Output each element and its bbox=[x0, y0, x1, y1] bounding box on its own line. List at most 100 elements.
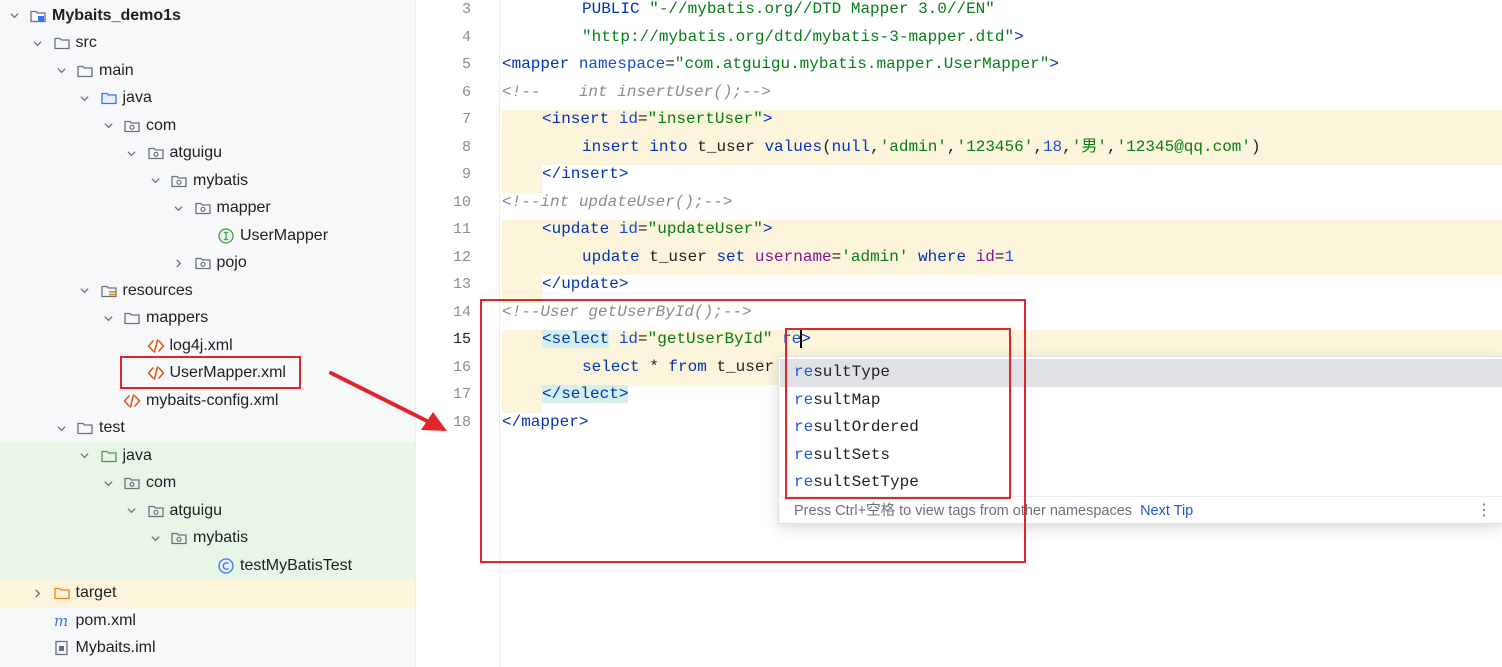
next-tip-link[interactable]: Next Tip bbox=[1140, 503, 1193, 519]
test-folder-icon bbox=[100, 447, 118, 465]
tree-item-mybatis[interactable]: mybatis bbox=[0, 524, 415, 552]
code-line-5[interactable]: <mapper namespace="com.atguigu.mybatis.m… bbox=[502, 51, 1502, 79]
line-number: 15 bbox=[452, 331, 471, 348]
code-line-3[interactable]: PUBLIC "-//mybatis.org//DTD Mapper 3.0//… bbox=[582, 0, 1502, 24]
tree-item-atguigu[interactable]: atguigu bbox=[0, 497, 415, 525]
tree-item-label: mybaits-config.xml bbox=[146, 391, 279, 409]
folder-icon bbox=[76, 419, 94, 437]
line-number: 9 bbox=[461, 166, 471, 183]
package-icon bbox=[194, 199, 212, 217]
code-line-6[interactable]: <!-- int insertUser();--> bbox=[502, 79, 1502, 107]
chevron-down-icon[interactable] bbox=[55, 422, 67, 434]
tree-item-label: java bbox=[122, 446, 152, 464]
package-icon bbox=[170, 172, 188, 190]
tree-item-java[interactable]: java bbox=[0, 85, 415, 113]
resources-folder-icon bbox=[100, 282, 118, 300]
tree-item-label: resources bbox=[122, 281, 193, 299]
tree-item-label: mybatis bbox=[193, 529, 249, 547]
chevron-down-icon[interactable] bbox=[32, 37, 44, 49]
tree-item-label: java bbox=[122, 89, 152, 107]
line-number: 8 bbox=[461, 138, 471, 156]
tree-item-label: mybatis bbox=[193, 171, 249, 189]
package-icon bbox=[147, 144, 165, 162]
tree-item-mappers[interactable]: mappers bbox=[0, 305, 415, 333]
chevron-down-icon[interactable] bbox=[102, 120, 114, 132]
line-number: 11 bbox=[452, 221, 471, 238]
tree-item-mybatis[interactable]: mybatis bbox=[0, 167, 415, 195]
chevron-down-icon[interactable] bbox=[102, 477, 114, 489]
tree-item-atguigu[interactable]: atguigu bbox=[0, 140, 415, 168]
tree-item-label: log4j.xml bbox=[169, 336, 233, 354]
folder-icon bbox=[53, 34, 71, 52]
chevron-down-icon[interactable] bbox=[102, 312, 114, 324]
code-line-8[interactable]: insert into t_user values(null,'admin','… bbox=[582, 134, 1502, 162]
source-folder-icon bbox=[100, 89, 118, 107]
line-number: 3 bbox=[461, 1, 471, 18]
tree-item-mybaits-iml[interactable]: Mybaits.iml bbox=[0, 635, 415, 663]
chevron-down-icon[interactable] bbox=[126, 505, 138, 517]
tree-item-label: Mybaits.iml bbox=[75, 639, 156, 657]
xml-file-icon bbox=[123, 392, 141, 410]
tree-item-target[interactable]: target bbox=[0, 579, 415, 607]
excluded-folder-icon bbox=[53, 584, 71, 602]
line-number: 6 bbox=[461, 83, 471, 101]
tree-item-usermapper[interactable]: UserMapper bbox=[0, 222, 415, 250]
tree-item-pom-xml[interactable]: m pom.xml bbox=[0, 607, 415, 635]
tree-item-label: pom.xml bbox=[75, 611, 136, 629]
tree-item-com[interactable]: com bbox=[0, 112, 415, 140]
class-icon bbox=[217, 557, 235, 575]
tree-item-pojo[interactable]: pojo bbox=[0, 250, 415, 278]
module-folder-icon bbox=[29, 7, 47, 25]
package-icon bbox=[170, 529, 188, 547]
chevron-down-icon[interactable] bbox=[55, 65, 67, 77]
tree-item-java[interactable]: java bbox=[0, 442, 415, 470]
chevron-down-icon[interactable] bbox=[79, 450, 91, 462]
tree-item-label: UserMapper bbox=[240, 226, 329, 244]
tree-item-label: atguigu bbox=[169, 501, 223, 519]
code-line-7[interactable]: <insert id="insertUser"> bbox=[542, 106, 1502, 134]
chevron-down-icon[interactable] bbox=[149, 175, 161, 187]
tree-item-label: Mybaits_demo1s bbox=[52, 6, 181, 24]
chevron-down-icon[interactable] bbox=[79, 285, 91, 297]
code-line-12[interactable]: update t_user set username='admin' where… bbox=[582, 244, 1502, 272]
chevron-down-icon[interactable] bbox=[8, 10, 20, 22]
code-line-9[interactable]: </insert> bbox=[542, 161, 1502, 189]
code-line-4[interactable]: "http://mybatis.org/dtd/mybatis-3-mapper… bbox=[582, 24, 1502, 52]
tree-item-main[interactable]: main bbox=[0, 57, 415, 85]
line-number: 14 bbox=[452, 303, 471, 321]
tree-item-testmybatistest[interactable]: testMyBatisTest bbox=[0, 552, 415, 580]
tree-item-resources[interactable]: resources bbox=[0, 277, 415, 305]
tree-item-label: src bbox=[75, 34, 97, 52]
chevron-right-icon[interactable] bbox=[173, 257, 185, 269]
code-line-13[interactable]: </update> bbox=[542, 271, 1502, 299]
tree-item-mapper[interactable]: mapper bbox=[0, 195, 415, 223]
interface-icon bbox=[217, 227, 235, 245]
chevron-down-icon[interactable] bbox=[149, 532, 161, 544]
annotation-arrow-icon bbox=[329, 371, 447, 431]
package-icon bbox=[123, 117, 141, 135]
package-icon bbox=[194, 254, 212, 272]
tree-item-mybaits-demo1s[interactable]: Mybaits_demo1s bbox=[0, 2, 415, 30]
maven-icon: m bbox=[53, 612, 71, 630]
chevron-right-icon[interactable] bbox=[32, 587, 44, 599]
tree-item-label: target bbox=[75, 584, 117, 602]
tree-item-label: mappers bbox=[146, 309, 209, 327]
project-tree[interactable]: Mybaits_demo1ssrc main java com atguigu mybat… bbox=[0, 0, 416, 667]
line-number: 7 bbox=[461, 111, 471, 128]
chevron-down-icon[interactable] bbox=[173, 202, 185, 214]
chevron-down-icon[interactable] bbox=[79, 92, 91, 104]
xml-file-icon bbox=[147, 337, 165, 355]
line-number: 13 bbox=[452, 276, 471, 293]
code-line-11[interactable]: <update id="updateUser"> bbox=[542, 216, 1502, 244]
more-options-icon[interactable]: ⋮ bbox=[1476, 497, 1492, 525]
code-line-10[interactable]: <!--int updateUser();--> bbox=[502, 189, 1502, 217]
tree-item-label: com bbox=[146, 116, 177, 134]
tree-item-label: main bbox=[99, 61, 134, 79]
tree-item-com[interactable]: com bbox=[0, 469, 415, 497]
tree-item-src[interactable]: src bbox=[0, 30, 415, 58]
line-number: 4 bbox=[461, 28, 471, 46]
iml-file-icon bbox=[53, 639, 71, 657]
chevron-down-icon[interactable] bbox=[126, 147, 138, 159]
line-number: 12 bbox=[452, 248, 471, 266]
usermapper-xml-annotation-box bbox=[120, 356, 301, 389]
